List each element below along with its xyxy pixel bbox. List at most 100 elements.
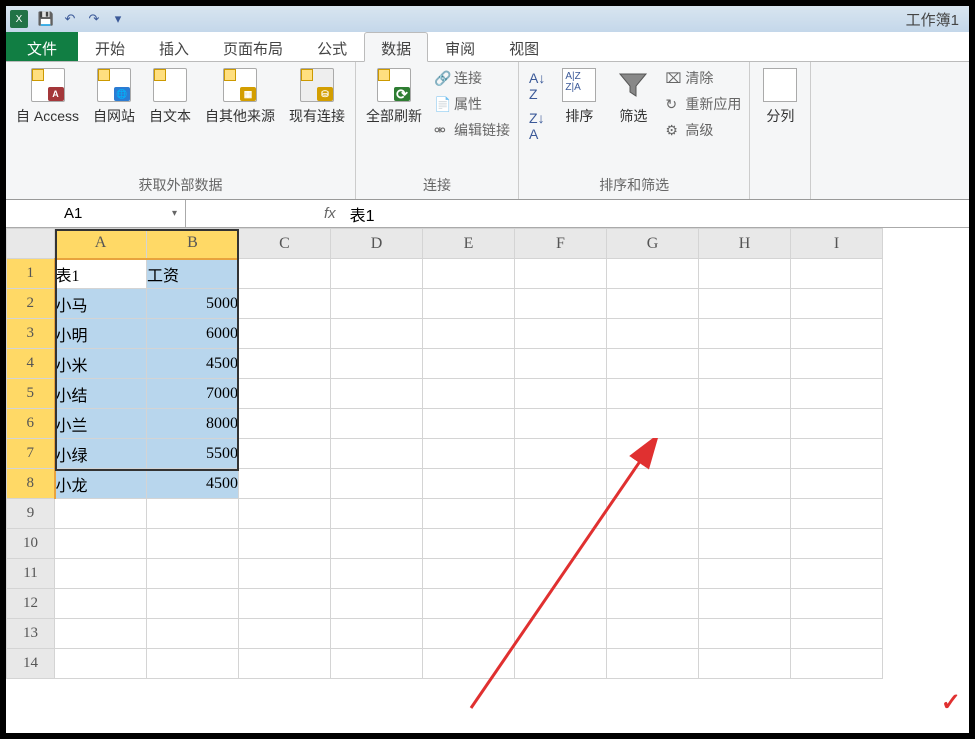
cell[interactable]: 小明 xyxy=(55,319,147,349)
cell[interactable] xyxy=(55,559,147,589)
cell[interactable]: 小米 xyxy=(55,349,147,379)
cell[interactable] xyxy=(515,589,607,619)
cell[interactable] xyxy=(791,619,883,649)
tab-layout[interactable]: 页面布局 xyxy=(206,32,300,61)
cell[interactable] xyxy=(607,349,699,379)
cell[interactable] xyxy=(331,589,423,619)
select-all-corner[interactable] xyxy=(7,229,55,259)
cell[interactable] xyxy=(699,529,791,559)
cell[interactable] xyxy=(55,529,147,559)
cell[interactable] xyxy=(607,529,699,559)
cell[interactable] xyxy=(699,289,791,319)
save-icon[interactable]: 💾 xyxy=(36,9,56,29)
cell[interactable] xyxy=(423,439,515,469)
cell[interactable] xyxy=(239,289,331,319)
cell[interactable] xyxy=(515,529,607,559)
cell[interactable] xyxy=(515,499,607,529)
tab-home[interactable]: 开始 xyxy=(78,32,142,61)
qat-more-icon[interactable]: ▾ xyxy=(108,9,128,29)
col-header[interactable]: B xyxy=(147,229,239,259)
cell[interactable] xyxy=(423,409,515,439)
cell[interactable] xyxy=(239,589,331,619)
cell[interactable] xyxy=(239,349,331,379)
col-header[interactable]: I xyxy=(791,229,883,259)
row-header[interactable]: 4 xyxy=(7,349,55,379)
col-header[interactable]: F xyxy=(515,229,607,259)
connections-button[interactable]: 🔗连接 xyxy=(432,66,512,90)
cell[interactable] xyxy=(699,559,791,589)
sort-button[interactable]: A|ZZ|A排序 xyxy=(555,66,603,128)
row-header[interactable]: 1 xyxy=(7,259,55,289)
cell[interactable] xyxy=(607,439,699,469)
cell[interactable] xyxy=(699,349,791,379)
cell[interactable] xyxy=(55,499,147,529)
cell[interactable] xyxy=(515,319,607,349)
cell[interactable] xyxy=(791,469,883,499)
cell[interactable] xyxy=(607,319,699,349)
cell[interactable] xyxy=(55,589,147,619)
sort-asc-icon[interactable]: A↓Z xyxy=(529,70,545,102)
cell[interactable] xyxy=(515,469,607,499)
cell[interactable] xyxy=(791,499,883,529)
row-header[interactable]: 8 xyxy=(7,469,55,499)
cell[interactable] xyxy=(515,619,607,649)
cell[interactable]: 表1 xyxy=(55,259,147,289)
cell[interactable] xyxy=(331,469,423,499)
cell[interactable] xyxy=(607,409,699,439)
cell[interactable] xyxy=(239,439,331,469)
cell[interactable] xyxy=(423,499,515,529)
cell[interactable] xyxy=(515,649,607,679)
clear-filter-button[interactable]: ⌧清除 xyxy=(663,66,743,90)
cell[interactable]: 4500 xyxy=(147,349,239,379)
sort-desc-icon[interactable]: Z↓A xyxy=(529,110,545,142)
cell[interactable] xyxy=(331,439,423,469)
cell[interactable] xyxy=(699,259,791,289)
cell[interactable] xyxy=(515,349,607,379)
cell[interactable] xyxy=(423,469,515,499)
cell[interactable] xyxy=(423,349,515,379)
advanced-button[interactable]: ⚙高级 xyxy=(663,118,743,142)
redo-icon[interactable]: ↷ xyxy=(84,9,104,29)
col-header[interactable]: D xyxy=(331,229,423,259)
cell[interactable] xyxy=(791,439,883,469)
cell[interactable] xyxy=(239,529,331,559)
cell[interactable] xyxy=(239,499,331,529)
cell[interactable]: 小马 xyxy=(55,289,147,319)
from-other-button[interactable]: ▦自其他来源 xyxy=(201,66,279,128)
row-header[interactable]: 7 xyxy=(7,439,55,469)
cell[interactable] xyxy=(791,259,883,289)
cell[interactable]: 6000 xyxy=(147,319,239,349)
row-header[interactable]: 3 xyxy=(7,319,55,349)
cell[interactable] xyxy=(239,259,331,289)
cell[interactable] xyxy=(515,379,607,409)
cell[interactable] xyxy=(423,379,515,409)
from-access-button[interactable]: A自 Access xyxy=(12,66,83,128)
cell[interactable] xyxy=(699,469,791,499)
cell[interactable] xyxy=(239,469,331,499)
cell[interactable] xyxy=(699,409,791,439)
cell[interactable] xyxy=(331,529,423,559)
cell[interactable] xyxy=(147,529,239,559)
cell[interactable] xyxy=(515,439,607,469)
spreadsheet[interactable]: ABCDEFGHI1表1工资2小马50003小明60004小米45005小结70… xyxy=(6,228,969,679)
cell[interactable] xyxy=(607,619,699,649)
cell[interactable] xyxy=(699,619,791,649)
cell[interactable] xyxy=(147,649,239,679)
cell[interactable] xyxy=(331,499,423,529)
edit-links-button[interactable]: ⚮编辑链接 xyxy=(432,118,512,142)
cell[interactable] xyxy=(699,649,791,679)
tab-insert[interactable]: 插入 xyxy=(142,32,206,61)
formula-input[interactable] xyxy=(344,203,563,225)
from-text-button[interactable]: 自文本 xyxy=(145,66,195,128)
cell[interactable] xyxy=(423,619,515,649)
tab-data[interactable]: 数据 xyxy=(364,32,428,62)
cell[interactable] xyxy=(791,589,883,619)
cell[interactable] xyxy=(607,289,699,319)
tab-file[interactable]: 文件 xyxy=(6,32,78,61)
col-header[interactable]: G xyxy=(607,229,699,259)
cell[interactable] xyxy=(331,319,423,349)
cell[interactable] xyxy=(331,619,423,649)
row-header[interactable]: 9 xyxy=(7,499,55,529)
cell[interactable] xyxy=(699,589,791,619)
cell[interactable] xyxy=(791,379,883,409)
